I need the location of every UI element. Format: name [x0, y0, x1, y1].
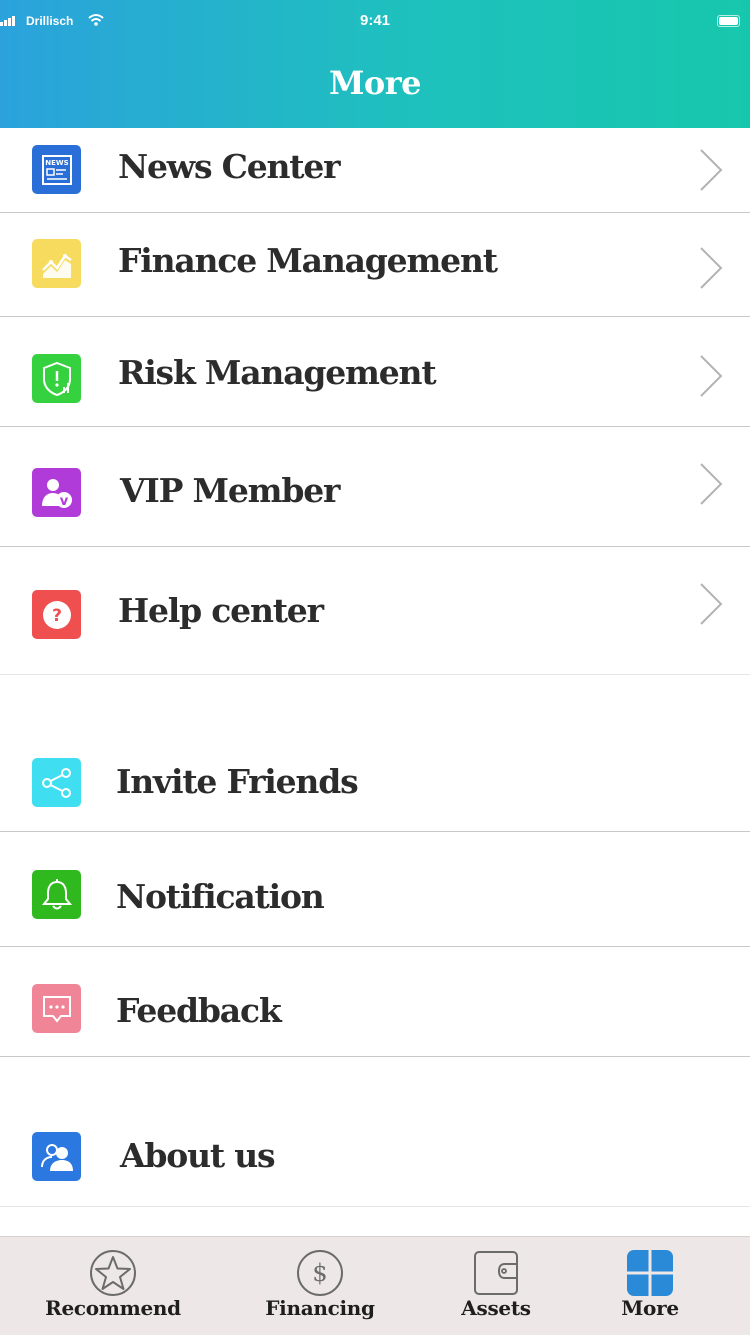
svg-text:NEWS: NEWS: [45, 159, 68, 167]
chevron-right-icon: [700, 149, 723, 191]
menu-item-risk-management[interactable]: Risk Management: [0, 317, 750, 427]
chart-icon: [32, 239, 81, 288]
dollar-icon: $: [297, 1250, 343, 1296]
tab-recommend[interactable]: Recommend: [38, 1237, 188, 1335]
menu-item-label: About us: [120, 1136, 276, 1175]
share-icon: [32, 758, 81, 807]
status-bar: Drillisch 9:41: [0, 12, 750, 32]
tab-bar: Recommend $ Financing Assets More: [0, 1236, 750, 1335]
nav-header: Drillisch 9:41 More: [0, 0, 750, 128]
chevron-right-icon: [700, 583, 723, 625]
status-time: 9:41: [359, 12, 391, 29]
tab-label: Recommend: [45, 1296, 181, 1320]
menu-item-label: Risk Management: [118, 353, 437, 392]
svg-text:?: ?: [52, 606, 62, 626]
menu-item-label: Notification: [116, 877, 325, 916]
grid-icon: [627, 1250, 673, 1296]
menu-item-label: VIP Member: [120, 471, 340, 510]
svg-text:v: v: [59, 494, 68, 509]
page-title: More: [329, 64, 421, 102]
menu-item-label: Finance Management: [118, 241, 498, 280]
tab-more[interactable]: More: [590, 1237, 710, 1335]
menu-item-label: Feedback: [116, 991, 282, 1030]
star-icon: [90, 1250, 136, 1296]
wallet-icon: [474, 1251, 518, 1295]
chevron-right-icon: [700, 247, 723, 289]
shield-icon: [32, 354, 81, 403]
menu-item-invite-friends[interactable]: Invite Friends: [0, 734, 750, 832]
newspaper-icon: NEWS: [32, 145, 81, 194]
menu-item-about-us[interactable]: About us: [0, 1106, 750, 1207]
chevron-right-icon: [700, 355, 723, 397]
tab-label: Financing: [265, 1296, 375, 1320]
battery-icon: [717, 15, 740, 27]
question-icon: ?: [32, 590, 81, 639]
menu-item-finance-management[interactable]: Finance Management: [0, 213, 750, 317]
menu-item-news-center[interactable]: NEWS News Center: [0, 128, 750, 213]
tab-financing[interactable]: $ Financing: [245, 1237, 395, 1335]
users-icon: [32, 1132, 81, 1181]
tab-label: More: [621, 1296, 679, 1320]
menu-item-help-center[interactable]: ? Help center: [0, 547, 750, 675]
menu-item-vip-member[interactable]: v VIP Member: [0, 427, 750, 547]
menu-item-feedback[interactable]: Feedback: [0, 947, 750, 1057]
vip-user-icon: v: [32, 468, 81, 517]
chat-icon: [32, 984, 81, 1033]
chevron-right-icon: [700, 463, 723, 505]
tab-label: Assets: [461, 1296, 531, 1320]
svg-text:$: $: [312, 1259, 327, 1287]
tab-assets[interactable]: Assets: [421, 1237, 571, 1335]
bell-icon: [32, 870, 81, 919]
menu-item-label: News Center: [118, 147, 341, 186]
menu-item-label: Invite Friends: [116, 762, 359, 801]
menu-item-label: Help center: [118, 591, 324, 630]
menu-item-notification[interactable]: Notification: [0, 832, 750, 947]
